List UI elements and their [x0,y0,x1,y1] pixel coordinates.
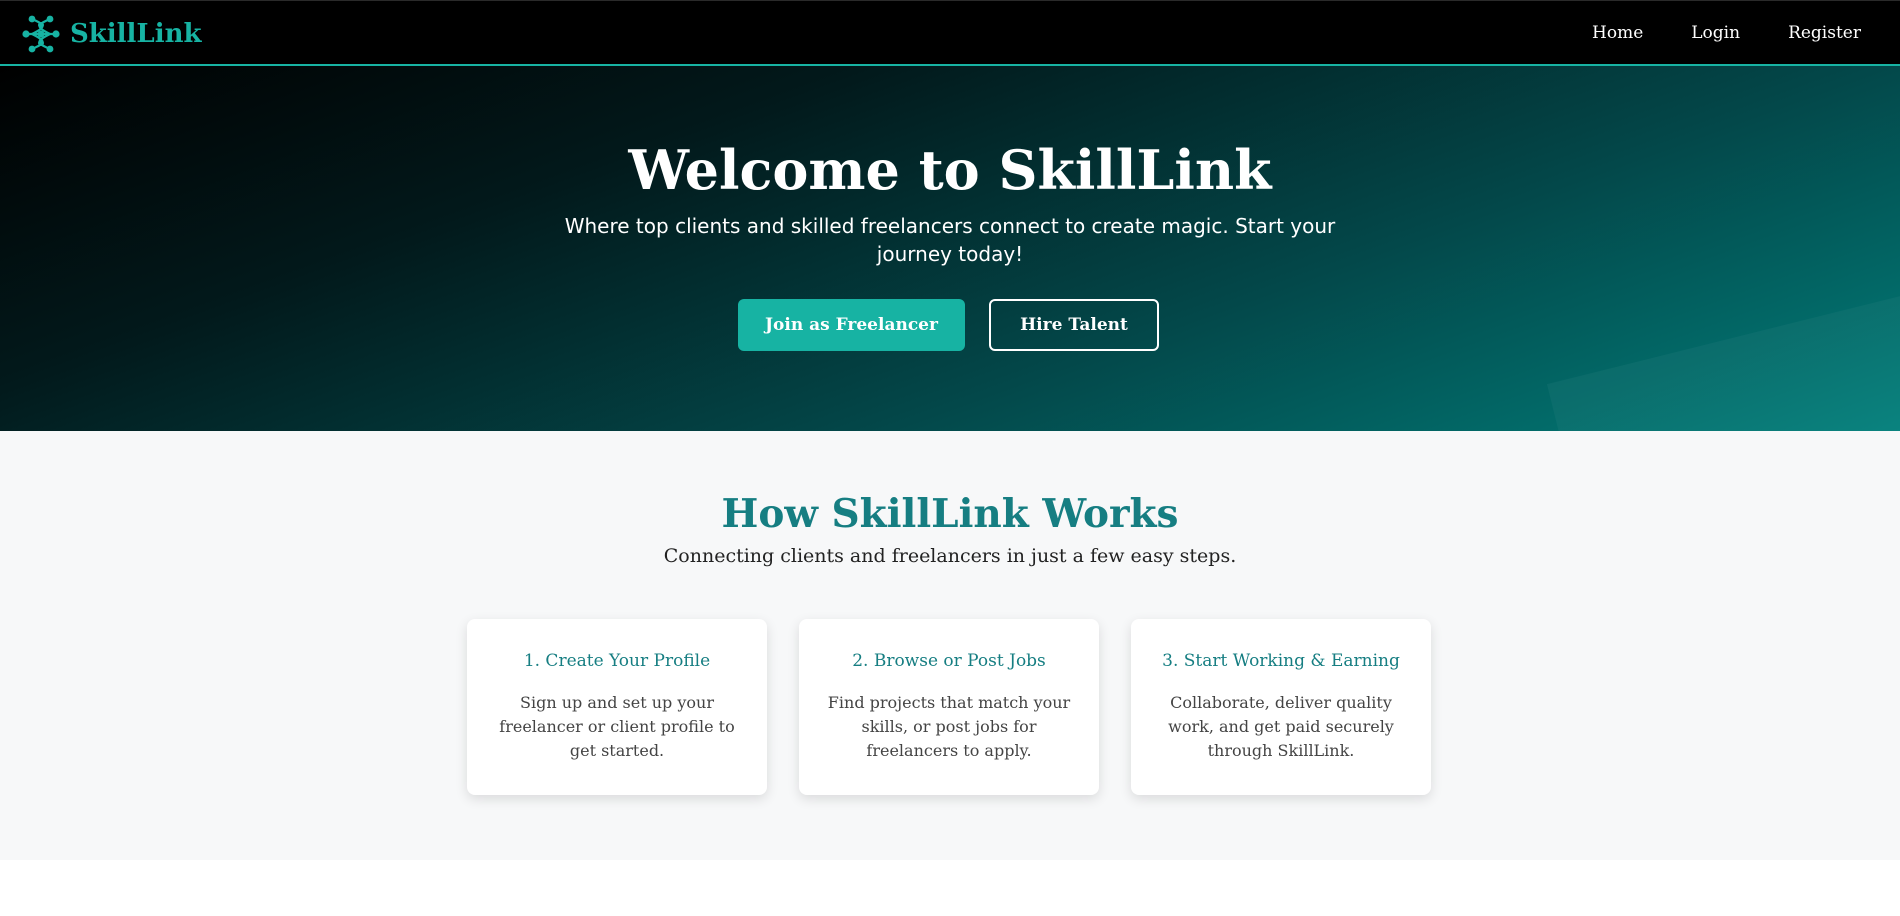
hero-subtitle: Where top clients and skilled freelancer… [564,214,1336,266]
step-card-title: 3. Start Working & Earning [1162,651,1400,671]
hero-decoration [1546,282,1900,431]
section-subtitle: Connecting clients and freelancers in ju… [663,545,1237,567]
brand-name: SkillLink [70,19,202,49]
step-card-text: Find projects that match your skills, or… [827,693,1071,760]
hero-section: Welcome to SkillLink Where top clients a… [0,66,1900,431]
nav-link-register[interactable]: Register [1788,23,1861,43]
hire-talent-button[interactable]: Hire Talent [989,299,1159,351]
step-card-browse-post-jobs: 2. Browse or Post Jobs Find projects tha… [799,619,1099,795]
how-it-works-section: How SkillLink Works Connecting clients a… [0,431,1900,860]
hero-title: Welcome to SkillLink [628,138,1272,202]
nav-link-login[interactable]: Login [1691,23,1740,43]
step-card-text: Sign up and set up your freelancer or cl… [499,693,735,760]
step-card-create-profile: 1. Create Your Profile Sign up and set u… [467,619,767,795]
top-navbar: SkillLink Home Login Register [0,0,1900,66]
step-card-text: Collaborate, deliver quality work, and g… [1168,693,1394,760]
step-card-title: 1. Create Your Profile [523,651,711,671]
brand[interactable]: SkillLink [20,13,202,55]
step-card-start-working: 3. Start Working & Earning Collaborate, … [1131,619,1431,795]
step-card-title: 2. Browse or Post Jobs [852,651,1046,671]
nav-link-home[interactable]: Home [1592,23,1643,43]
section-title: How SkillLink Works [721,491,1179,537]
join-as-freelancer-button[interactable]: Join as Freelancer [738,299,965,351]
network-nodes-icon [22,15,60,53]
nav-links: Home Login Register [1544,1,1861,65]
